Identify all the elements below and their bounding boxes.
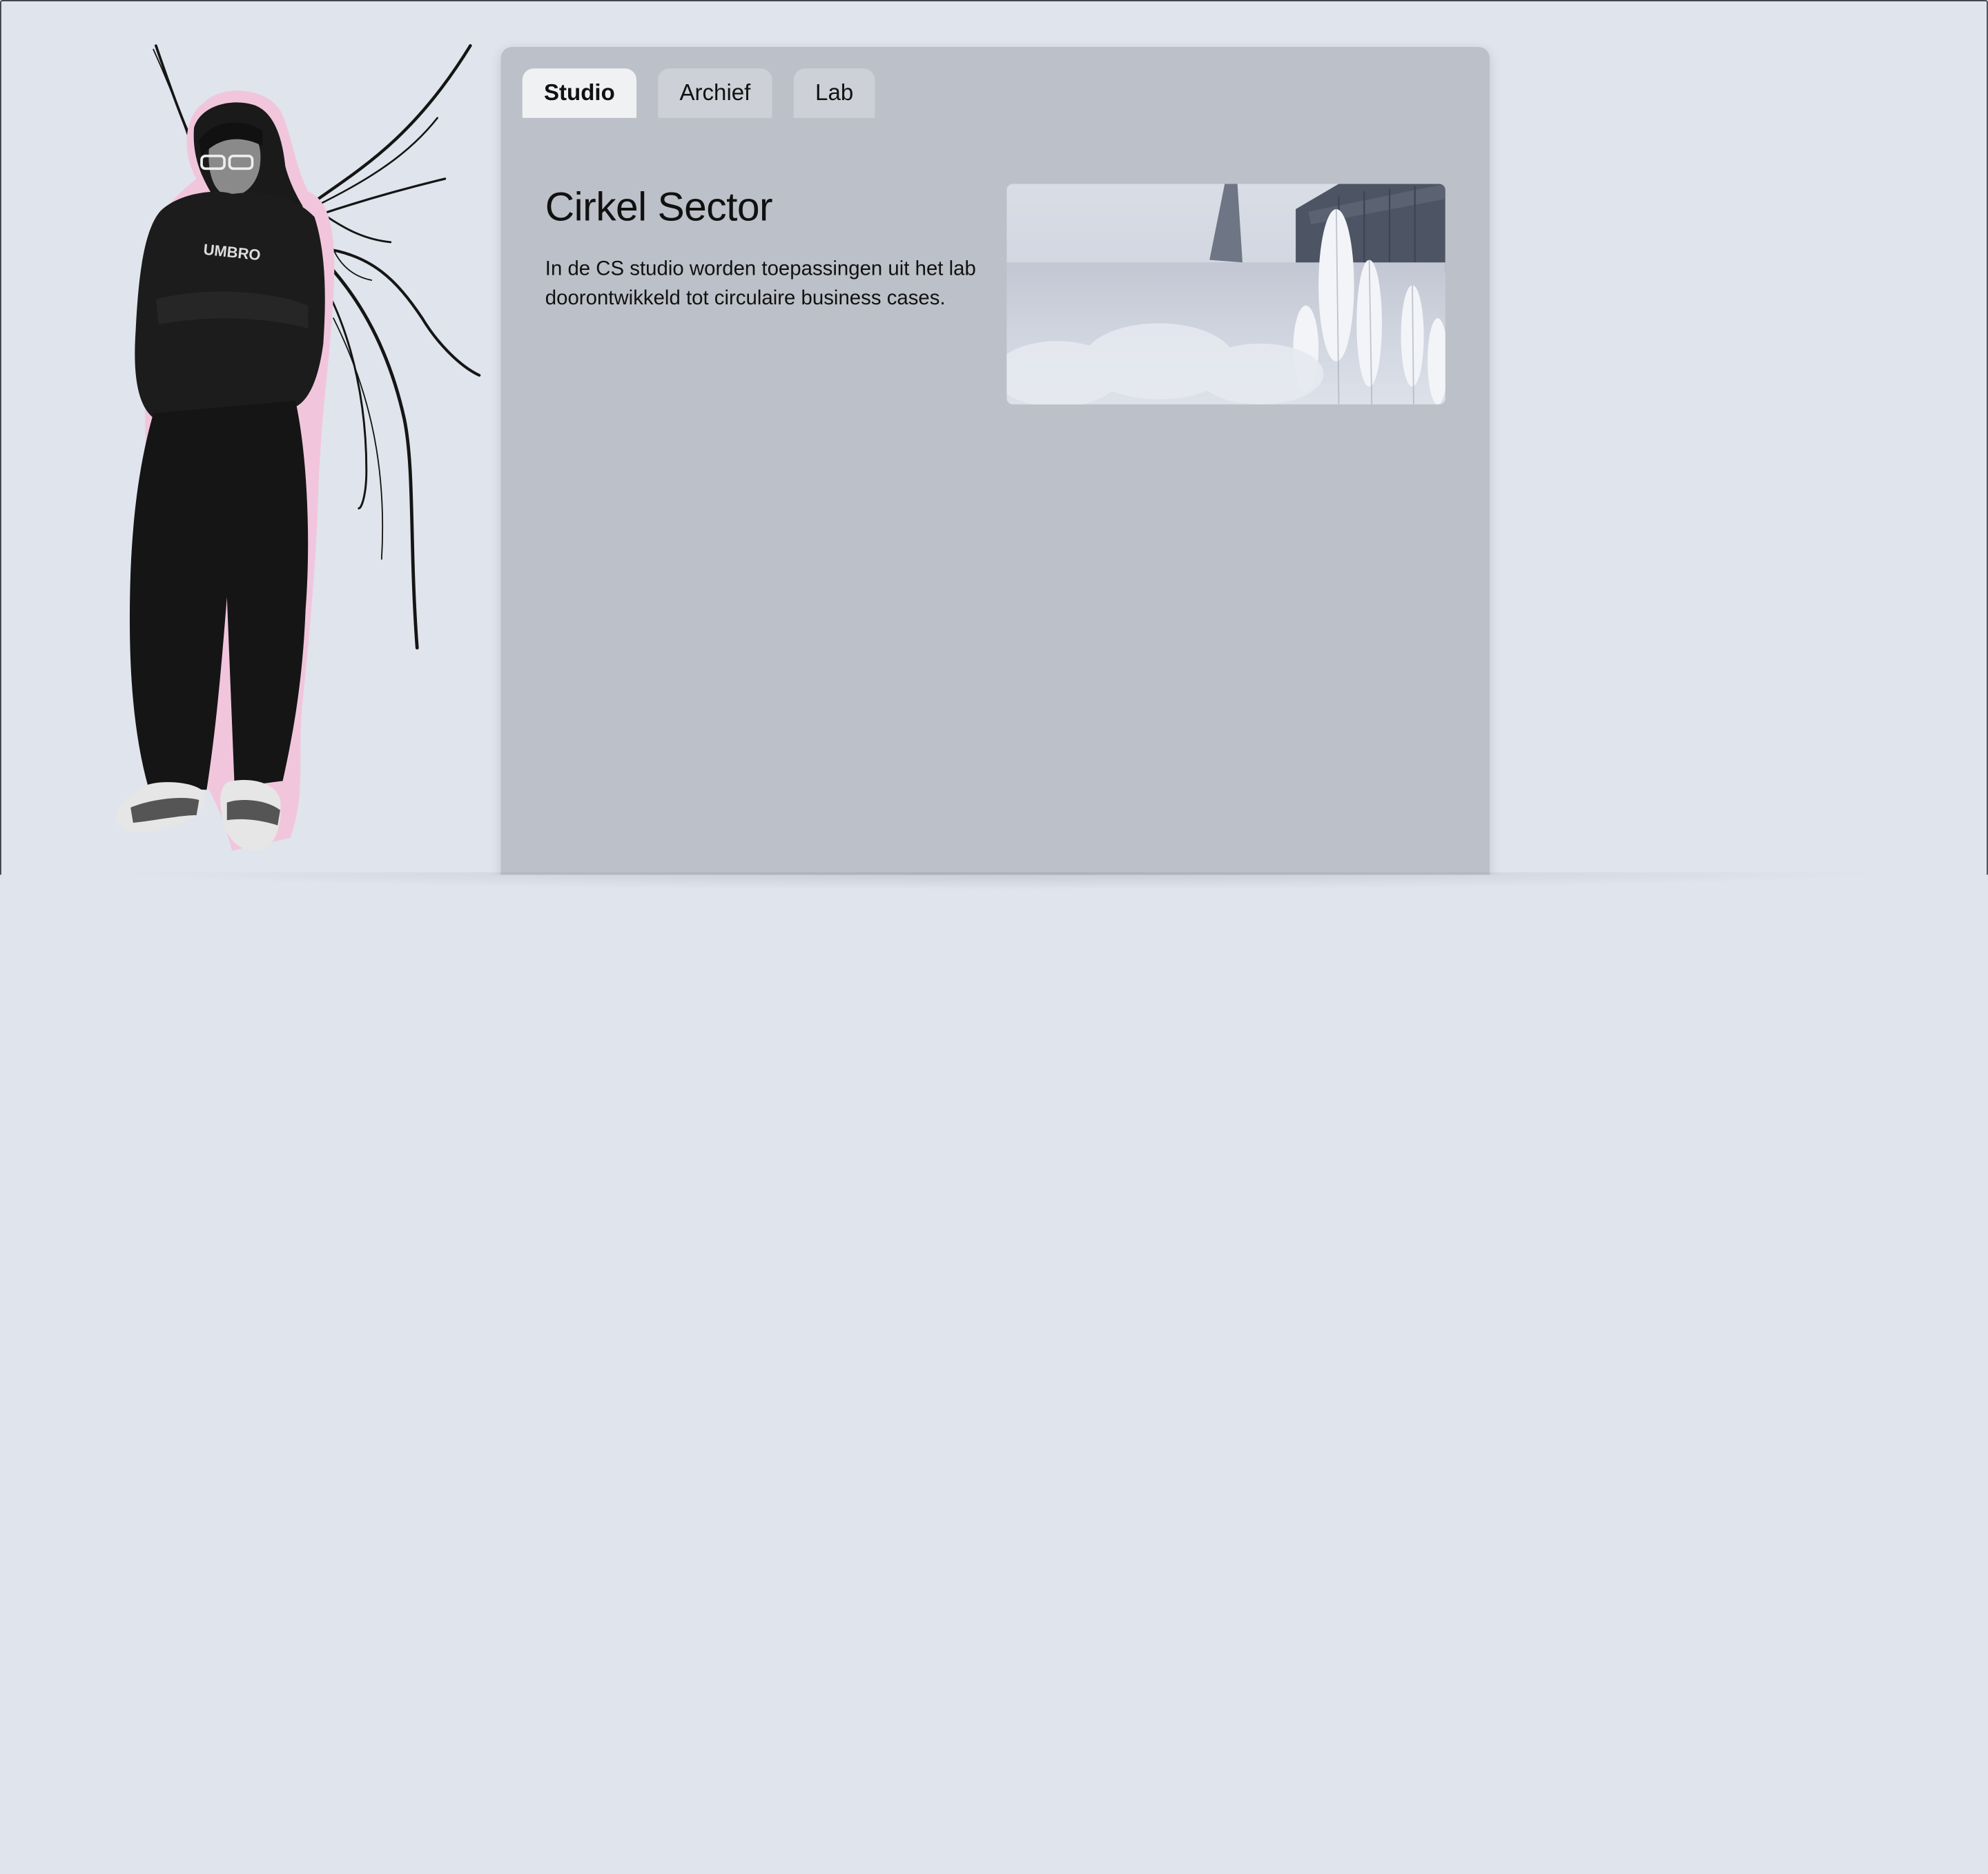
- tab-bar: Studio Archief Lab: [522, 68, 875, 118]
- browser-window: UMBRO Studio Archief Lab Cirkel Sector I…: [0, 0, 1988, 875]
- viewport: UMBRO Studio Archief Lab Cirkel Sector I…: [0, 0, 1988, 1874]
- tab-lab[interactable]: Lab: [793, 68, 875, 118]
- page-title: Cirkel Sector: [545, 184, 773, 230]
- person-with-wings-illustration: UMBRO: [115, 43, 481, 851]
- content-panel: Studio Archief Lab Cirkel Sector In de C…: [500, 46, 1490, 875]
- window-shadow: [101, 872, 1902, 890]
- tab-studio[interactable]: Studio: [522, 68, 637, 118]
- description-text: In de CS studio worden toepassingen uit …: [545, 258, 976, 310]
- frosted-field-photo: [1006, 184, 1445, 404]
- tab-archief[interactable]: Archief: [658, 68, 772, 118]
